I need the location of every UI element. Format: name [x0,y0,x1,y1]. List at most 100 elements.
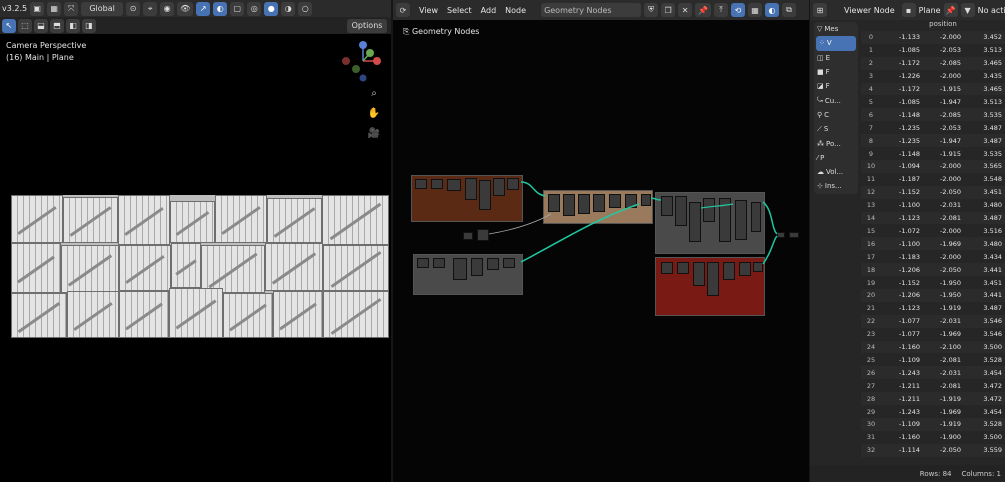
select-subtract-icon[interactable]: ⬒ [50,18,64,33]
table-cell: -1.235 [899,136,920,145]
columns-count: Columns: 1 [961,469,1002,478]
table-cell: -1.085 [899,46,920,55]
visibility-icon[interactable]: 👁 [177,1,194,16]
table-cell: -1.947 [940,97,961,106]
editor-type-icon[interactable]: ▣ [30,1,45,16]
table-cell: -1.900 [940,433,961,442]
table-cell: -2.081 [940,381,961,390]
filter-icon[interactable]: ▼ [960,3,975,17]
row-index: 15 [866,226,876,235]
sidebar-item-point[interactable]: ⁄ P [814,151,858,165]
instances-icon: ⊹ [817,182,823,191]
shading-wire-icon[interactable]: ◎ [247,1,262,16]
table-cell: 3.548 [983,175,1002,184]
sidebar-item-point-cloud[interactable]: ⁂ Po... [814,136,858,150]
gizmo-y-axis[interactable] [366,49,374,57]
gizmo-x-axis[interactable] [373,57,381,65]
xray-icon[interactable]: ▢ [230,1,245,16]
spline-icon: ⟋ [817,124,822,133]
options-dropdown[interactable]: Options [347,18,387,33]
table-cell: -1.109 [899,420,920,429]
orientation-dropdown[interactable]: Global [81,1,124,16]
table-cell: 3.465 [983,59,1002,68]
table-row: 8 -1.235 -1.947 3.487 [861,134,1005,148]
pin-icon[interactable]: 📌 [943,3,958,17]
viewer-node-label[interactable]: Viewer Node [844,6,895,15]
sidebar-item-face-corner[interactable]: ◪ F [814,79,858,93]
overlay-toggle-icon[interactable]: ◐ [213,1,228,16]
object-label[interactable]: Plane [919,6,941,15]
table-cell: 3.441 [983,265,1002,274]
table-cell: -1.100 [899,239,920,248]
table-cell: 3.441 [983,291,1002,300]
spreadsheet-editor[interactable]: ⊞ Viewer Node ▪ Plane 📌 ▼ No activ ▽Mes … [810,0,1005,482]
sidebar-item-instances[interactable]: ⊹ Ins... [814,179,858,193]
proportional-icon[interactable]: ◉ [160,1,175,16]
spreadsheet-table[interactable]: position 0 -1.133 -2.000 3.452 1 -1.085 -2.053… [861,20,1005,465]
scene-render[interactable] [11,195,389,338]
pivot-icon[interactable]: ⊙ [126,1,141,16]
data-set-sidebar: ▽ Mes ⁘ V ◫ E ■ F ◪ F ⤿ Cu... ⚲ C ⟋ S ⁂ Po... ⁄ P … [814,22,858,194]
gizmo-toggle-icon[interactable]: ↗ [196,1,211,16]
face-icon: ■ [817,68,824,77]
shading-solid-icon[interactable]: ● [264,1,279,16]
table-cell: -1.148 [899,149,920,158]
select-tool-icon[interactable]: ↖ [2,18,16,33]
row-index: 22 [866,317,876,326]
table-cell: -2.031 [940,317,961,326]
table-cell: -1.123 [899,304,920,313]
object-icon: ▪ [901,3,916,17]
snap-icon[interactable]: ⌖ [143,1,158,16]
editor-type-icon[interactable]: ⊞ [813,3,827,17]
node-editor[interactable]: ⟳ View Select Add Node Geometry Nodes ⛨ … [393,0,809,482]
gizmo-neg-x-axis[interactable] [342,57,350,65]
table-cell: 3.528 [983,355,1002,364]
table-row: 30 -1.109 -1.919 3.528 [861,418,1005,431]
navigation-gizmo[interactable] [340,38,386,84]
select-box-icon[interactable]: ⬚ [18,18,32,33]
pan-hand-icon[interactable]: ✋ [366,105,382,121]
table-row: 2 -1.172 -2.085 3.465 [861,56,1005,70]
table-cell: 3.465 [983,85,1002,94]
row-index: 16 [866,239,876,248]
sidebar-item-vertex[interactable]: ⁘ V [816,36,856,51]
table-cell: -1.077 [899,330,920,339]
camera-view-icon[interactable]: 🎥 [366,125,382,141]
sidebar-item-edge[interactable]: ◫ E [814,51,858,65]
row-index: 14 [866,214,876,223]
zoom-icon[interactable]: ⌕ [366,85,382,101]
sidebar-item-spline[interactable]: ⟋ S [814,122,858,136]
shading-render-icon[interactable]: ○ [298,1,313,16]
transform-icon[interactable]: ⤧ [64,1,79,16]
row-index: 20 [866,291,876,300]
sidebar-item-volume[interactable]: ☁ Vol... [814,165,858,179]
sidebar-item-control-point[interactable]: ⚲ C [814,108,858,122]
row-index: 13 [866,201,876,210]
table-row: 21 -1.123 -1.919 3.487 [861,301,1005,315]
3d-viewport[interactable]: v3.2.5 ▣ ▦ ⤧ Global ⊙ ⌖ ◉ 👁 ↗ ◐ ▢ ◎ ● ◑ … [0,0,391,482]
table-row: 10 -1.094 -2.000 3.565 [861,160,1005,173]
table-cell: 3.487 [983,123,1002,132]
sidebar-item-curve[interactable]: ⤿ Cu... [814,93,858,107]
sidebar-item-face[interactable]: ■ F [814,65,858,79]
table-cell: -1.950 [940,291,961,300]
select-mode-icon[interactable]: ▦ [47,1,62,16]
table-cell: -1.915 [940,85,961,94]
column-header-position[interactable]: position [881,20,1005,29]
gizmo-z-axis[interactable] [359,41,367,49]
table-cell: 3.487 [983,136,1002,145]
row-index: 0 [868,33,874,42]
table-row: 24 -1.160 -2.100 3.500 [861,340,1005,354]
row-index: 4 [868,85,874,94]
gizmo-neg-y-axis[interactable] [352,65,360,73]
gizmo-neg-z-axis[interactable] [359,74,367,82]
table-cell: -2.081 [940,214,961,223]
table-cell: -1.123 [899,214,920,223]
shading-material-icon[interactable]: ◑ [281,1,296,16]
select-extend-icon[interactable]: ⬓ [34,18,48,33]
point-cloud-icon: ⁂ [817,139,824,148]
table-cell: 3.500 [983,433,1002,442]
sidebar-item-mesh[interactable]: ▽ Mes [814,22,858,36]
select-invert-icon[interactable]: ◧ [66,18,80,33]
select-intersect-icon[interactable]: ◨ [82,18,96,33]
